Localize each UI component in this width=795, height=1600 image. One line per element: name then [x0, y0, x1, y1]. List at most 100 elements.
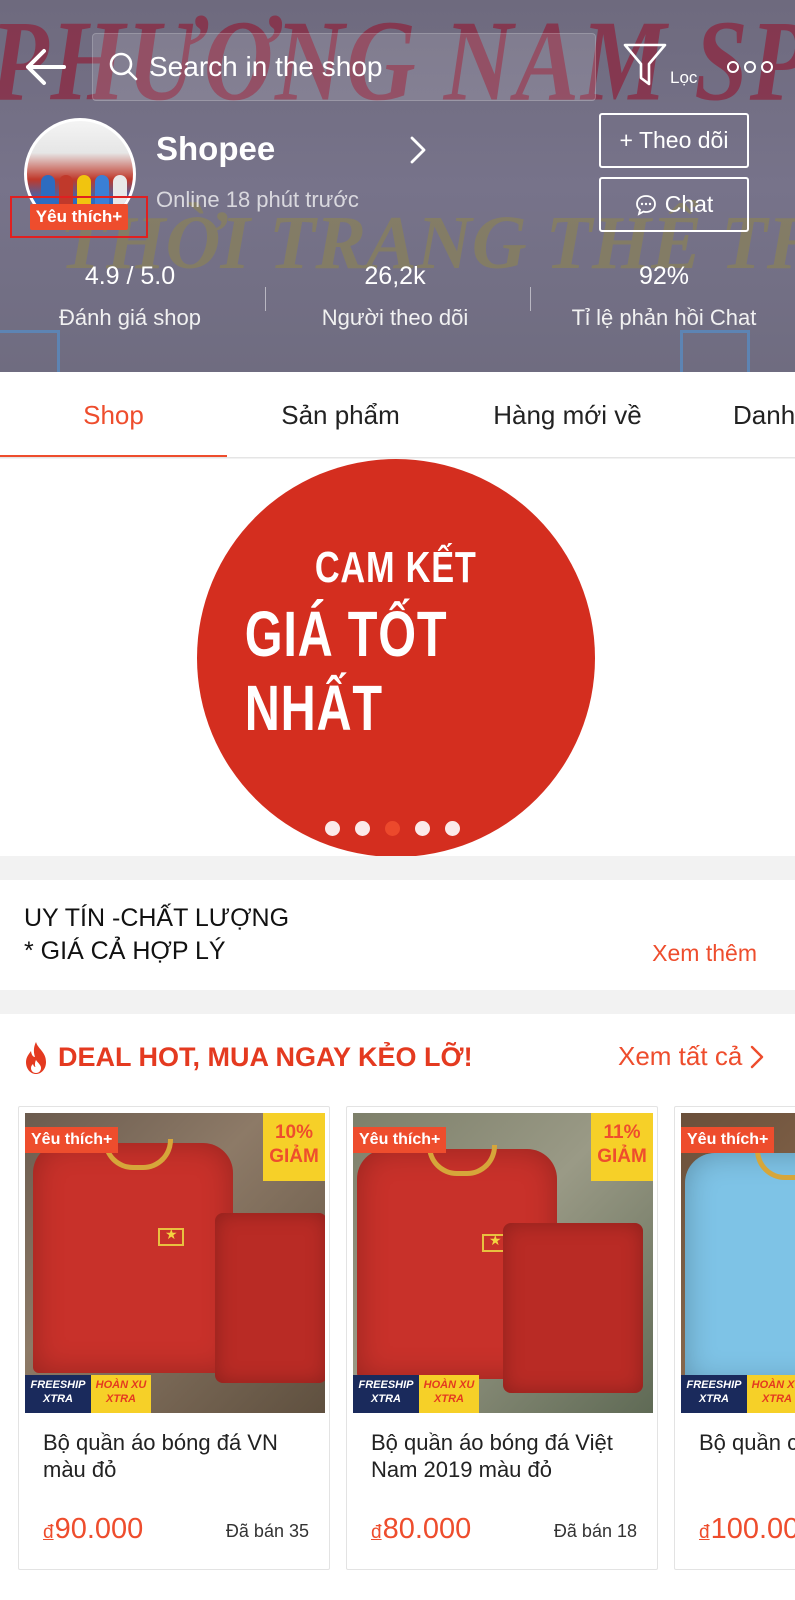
freeship-text: FREESHIP — [358, 1379, 414, 1391]
shop-header: PHƯƠNG NAM SPORT THỜI TRANG THỂ THAO Lọc — [0, 0, 795, 372]
freeship-sub: XTRA — [699, 1393, 729, 1405]
see-all-link[interactable]: Xem tất cả — [618, 1041, 764, 1072]
shop-search-box[interactable] — [92, 33, 596, 101]
favorite-plus-badge: Yêu thích+ — [25, 1127, 119, 1153]
shop-page: PHƯƠNG NAM SPORT THỜI TRANG THỂ THAO Lọc — [0, 0, 795, 1600]
currency-symbol: đ — [371, 1522, 382, 1543]
discount-tag: 10% GIẢM — [263, 1113, 325, 1181]
coin-back-tag: HOÀN XU XTRA — [419, 1375, 479, 1413]
chat-button[interactable]: Chat — [599, 177, 749, 232]
chat-label: Chat — [664, 191, 714, 217]
filter-label: Lọc — [670, 68, 698, 87]
favorite-plus-label: Yêu thích+ — [29, 204, 129, 230]
freeship-text: FREESHIP — [30, 1379, 86, 1391]
back-button[interactable] — [20, 42, 76, 92]
more-options-button[interactable] — [725, 52, 775, 82]
product-card[interactable]: Yêu thích+ 10% GIẢM FREESHIP XTRA HOÀN XU… — [18, 1106, 330, 1570]
coin-sub: XTRA — [434, 1393, 464, 1405]
follow-button[interactable]: + Theo dõi — [599, 113, 749, 168]
carousel-dot[interactable] — [325, 821, 340, 836]
tab-new-arrivals[interactable]: Hàng mới về — [454, 372, 681, 457]
stat-label: Người theo dõi — [321, 305, 469, 330]
deal-hot-section: DEAL HOT, MUA NGAY KẺO LỠ! Xem tất cả Yê… — [0, 1014, 795, 1600]
description-text: UY TÍN -CHẤT LƯỢNG * GIÁ CẢ HỢP LÝ — [24, 904, 290, 965]
discount-percent: 11% — [603, 1122, 641, 1143]
stat-chat-response: 92% Tỉ lệ phản hồi Chat — [548, 262, 780, 331]
see-more-link[interactable]: Xem thêm — [652, 940, 757, 967]
discount-word: GIẢM — [597, 1146, 647, 1167]
shop-description: UY TÍN -CHẤT LƯỢNG * GIÁ CẢ HỢP LÝ Xem t… — [0, 880, 795, 990]
stat-value: 26,2k — [364, 262, 426, 290]
freeship-sub: XTRA — [371, 1393, 401, 1405]
price-value: 80.000 — [382, 1513, 472, 1545]
chevron-right-icon — [751, 1045, 764, 1068]
shop-name[interactable]: Shopee — [156, 130, 275, 168]
chat-bubble-icon — [635, 194, 656, 216]
freeship-tag: FREESHIP XTRA — [353, 1375, 419, 1413]
coin-sub: XTRA — [106, 1393, 136, 1405]
filter-icon — [623, 43, 667, 86]
chevron-right-icon[interactable] — [406, 134, 430, 166]
product-name: Bộ quần cao cấp 2 — [699, 1430, 795, 1455]
coin-text: HOÀN XU — [751, 1379, 795, 1391]
tab-categories[interactable]: Danh — [681, 372, 795, 457]
shorts-shape — [215, 1213, 325, 1383]
product-card[interactable]: Yêu thích+ 11% GIẢM FREESHIP XTRA HOÀN XU… — [346, 1106, 658, 1570]
favorite-plus-badge: Yêu thích+ — [681, 1127, 775, 1153]
fire-icon — [26, 1042, 46, 1074]
tab-products[interactable]: Sản phẩm — [227, 372, 454, 457]
jersey-shape — [685, 1149, 795, 1383]
coin-back-tag: HOÀN XU XTRA — [747, 1375, 795, 1413]
favorite-plus-badge: Yêu thích+ — [353, 1127, 447, 1153]
carousel-dot[interactable] — [415, 821, 430, 836]
carousel-dot[interactable] — [445, 821, 460, 836]
banner-line-1: CAM KẾT — [315, 543, 477, 592]
stat-divider — [265, 287, 266, 311]
shop-tabs: Shop Sản phẩm Hàng mới về Danh — [0, 372, 795, 458]
jersey-shape — [33, 1139, 233, 1373]
freeship-tag: FREESHIP XTRA — [25, 1375, 91, 1413]
product-image: Yêu thích+ 11% GIẢM FREESHIP XTRA HOÀN XU… — [353, 1113, 653, 1413]
coin-text: HOÀN XU — [423, 1379, 475, 1391]
promo-banner-carousel[interactable]: CAM KẾT GIÁ TỐT NHẤT — [0, 459, 795, 856]
price-value: 90.000 — [54, 1513, 144, 1545]
banner-image: CAM KẾT GIÁ TỐT NHẤT — [197, 459, 595, 856]
stat-followers: 26,2k Người theo dõi — [290, 262, 500, 331]
online-status: Online 18 phút trước — [156, 187, 359, 212]
product-name: Bộ quần áo bóng đá Việt Nam 2019 màu đỏ — [371, 1430, 613, 1482]
price-value: 100.00 — [710, 1513, 795, 1545]
coin-text: HOÀN XU — [95, 1379, 147, 1391]
carousel-dot-active[interactable] — [385, 821, 400, 836]
vn-flag-icon — [158, 1226, 184, 1246]
tab-shop[interactable]: Shop — [0, 372, 227, 457]
court-line-left — [0, 330, 60, 372]
freeship-text: FREESHIP — [686, 1379, 742, 1391]
freeship-banner: FREESHIP XTRA HOÀN XU XTRA — [681, 1375, 795, 1413]
sold-count: Đã bán 35 — [225, 1521, 309, 1541]
search-icon — [109, 52, 138, 81]
carousel-dots — [325, 821, 460, 836]
stat-divider — [530, 287, 531, 311]
product-price: đ100.00 — [699, 1513, 795, 1546]
banner-line-2: GIÁ TỐT NHẤT — [244, 598, 448, 744]
discount-percent: 10% — [274, 1122, 314, 1143]
product-price: đ80.000 — [371, 1513, 471, 1546]
stat-label: Đánh giá shop — [59, 305, 201, 330]
product-card[interactable]: Yêu thích+ FREESHIP XTRA HOÀN XU XTRA Bộ q… — [674, 1106, 795, 1570]
search-input[interactable] — [149, 51, 569, 83]
product-price: đ90.000 — [43, 1513, 143, 1546]
see-all-label: Xem tất cả — [618, 1041, 743, 1071]
carousel-dot[interactable] — [355, 821, 370, 836]
deal-title: DEAL HOT, MUA NGAY KẺO LỠ! — [58, 1042, 473, 1072]
stat-value: 4.9 / 5.0 — [84, 262, 176, 290]
freeship-tag: FREESHIP XTRA — [681, 1375, 747, 1413]
currency-symbol: đ — [699, 1522, 710, 1543]
stat-label: Tỉ lệ phản hồi Chat — [571, 305, 757, 330]
filter-button[interactable]: Lọc — [622, 42, 702, 94]
product-name: Bộ quần áo bóng đá VN màu đỏ — [43, 1430, 278, 1482]
court-line-right — [680, 330, 750, 372]
more-dots-icon — [727, 61, 773, 73]
discount-tag: 11% GIẢM — [591, 1113, 653, 1181]
freeship-sub: XTRA — [43, 1393, 73, 1405]
shorts-shape — [503, 1223, 643, 1393]
